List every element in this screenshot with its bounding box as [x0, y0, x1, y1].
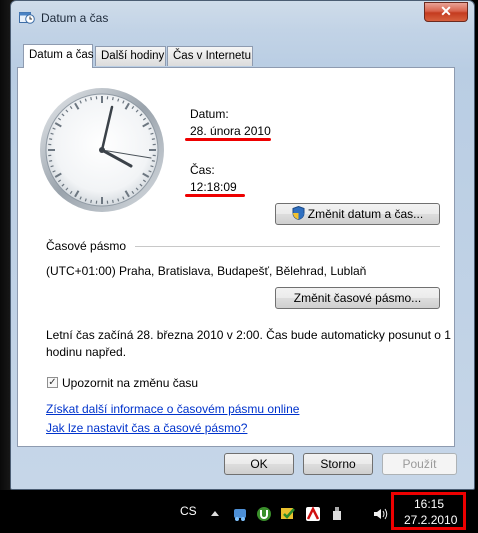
change-timezone-label: Změnit časové pásmo... [293, 291, 422, 305]
checkmark-icon: ✓ [48, 377, 57, 388]
dst-info-line1: Letní čas začíná 28. března 2010 v 2:00.… [46, 328, 451, 342]
notify-dst-label: Upozornit na změnu času [62, 376, 199, 390]
utorrent-icon[interactable] [256, 506, 272, 522]
tab-label: Datum a čas [29, 49, 94, 61]
clock-tick [49, 160, 53, 162]
clock-tick [151, 138, 155, 140]
how-to-set-time-link[interactable]: Jak lze nastavit čas a časové pásmo? [46, 421, 247, 435]
clock-tick [112, 97, 114, 101]
timezone-info-link[interactable]: Získat další informace o časovém pásmu o… [46, 402, 299, 416]
clock-tick [90, 97, 92, 101]
ok-button[interactable]: OK [224, 453, 294, 475]
change-timezone-button[interactable]: Změnit časové pásmo... [275, 287, 440, 309]
dst-info-line2: hodinu napřed. [46, 345, 127, 359]
tab-additional-clocks[interactable]: Další hodiny [95, 46, 166, 66]
change-date-time-button[interactable]: Změnit datum a čas... [275, 203, 440, 225]
date-label: Datum: [190, 107, 229, 121]
apply-label: Použít [402, 457, 437, 471]
change-date-time-label: Změnit datum a čas... [307, 207, 424, 221]
apply-button[interactable]: Použít [382, 453, 457, 475]
language-indicator[interactable]: CS [180, 504, 197, 518]
tab-label: Další hodiny [101, 50, 165, 62]
cancel-button[interactable]: Storno [303, 453, 373, 475]
taskbar-clock-date: 27.2.2010 [404, 513, 458, 527]
timezone-heading: Časové pásmo [46, 239, 127, 253]
uac-shield-icon [292, 205, 305, 221]
close-icon: ✕ [440, 3, 452, 19]
clock-tick [112, 199, 114, 203]
clock-tick [49, 138, 53, 140]
antivirus-icon[interactable] [305, 506, 321, 522]
title-bar[interactable]: Datum a čas ✕ [11, 1, 474, 31]
red-underline-date [185, 138, 271, 141]
clock-tick [151, 160, 155, 162]
red-underline-time [185, 194, 245, 197]
ok-label: OK [250, 457, 268, 471]
cancel-label: Storno [320, 457, 356, 471]
usb-device-icon[interactable] [329, 506, 345, 522]
time-value: 12:18:09 [190, 180, 237, 194]
notify-dst-checkbox[interactable]: ✓ [47, 377, 58, 388]
tab-internet-time[interactable]: Čas v Internetu [167, 46, 253, 66]
date-time-app-icon [19, 12, 35, 24]
network-tool-icon[interactable] [232, 506, 248, 522]
analog-clock [40, 88, 164, 212]
security-check-icon[interactable] [280, 506, 296, 522]
tab-label: Čas v Internetu [173, 50, 251, 62]
taskbar-clock-time: 16:15 [414, 497, 445, 511]
time-label: Čas: [190, 163, 215, 177]
tab-date-time[interactable]: Datum a čas [23, 44, 94, 68]
date-value: 28. února 2010 [190, 124, 271, 138]
timezone-value: (UTC+01:00) Praha, Bratislava, Budapešť,… [46, 264, 367, 278]
show-hidden-arrow-icon[interactable] [210, 509, 220, 517]
window-title: Datum a čas [41, 11, 109, 25]
timezone-divider [135, 246, 440, 247]
clock-tick [90, 199, 92, 203]
close-button[interactable]: ✕ [424, 2, 468, 22]
volume-icon[interactable] [372, 506, 388, 522]
